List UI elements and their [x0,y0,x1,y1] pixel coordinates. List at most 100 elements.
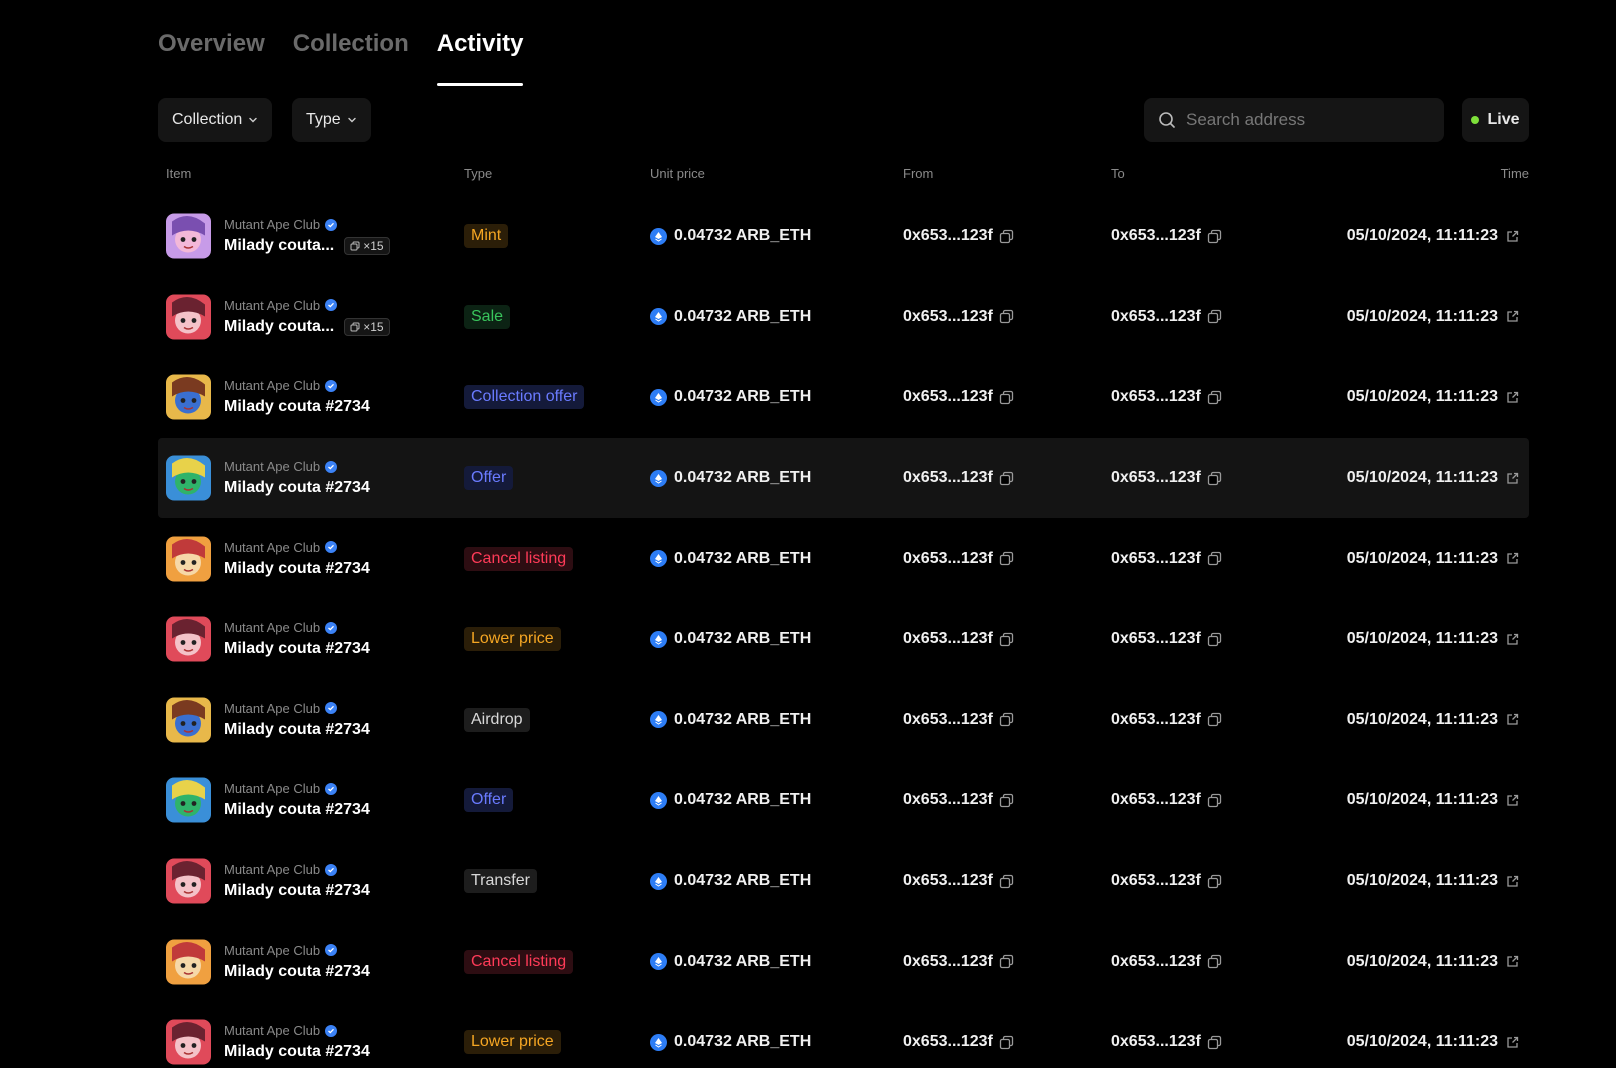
nft-item[interactable]: Mutant Ape Club Milady couta #2734 [224,701,370,739]
copy-icon[interactable] [999,471,1014,486]
from-address-value[interactable]: 0x653...123f [903,469,993,487]
from-address-value[interactable]: 0x653...123f [903,227,993,245]
from-address-value[interactable]: 0x653...123f [903,308,993,326]
table-row[interactable]: Mutant Ape Club Milady couta #2734 Lower… [158,599,1529,680]
nft-thumbnail[interactable] [166,455,211,501]
nft-thumbnail[interactable] [166,536,211,582]
nft-item[interactable]: Mutant Ape Club Milady couta #2734 [224,862,370,900]
copy-icon[interactable] [999,793,1014,808]
table-row[interactable]: Mutant Ape Club Milady couta... ×15 Mint… [158,196,1529,277]
nft-item[interactable]: Mutant Ape Club Milady couta #2734 [224,943,370,981]
copy-icon[interactable] [1207,229,1222,244]
nft-thumbnail[interactable] [166,294,211,340]
table-row[interactable]: Mutant Ape Club Milady couta #2734 Colle… [158,357,1529,438]
to-address-value[interactable]: 0x653...123f [1111,1033,1201,1051]
copy-icon[interactable] [1207,1035,1222,1050]
to-address-value[interactable]: 0x653...123f [1111,791,1201,809]
external-link-icon[interactable] [1506,472,1519,485]
to-address-value[interactable]: 0x653...123f [1111,308,1201,326]
copy-icon[interactable] [999,229,1014,244]
copy-icon[interactable] [1207,632,1222,647]
type-filter-dropdown[interactable]: Type [292,98,371,142]
table-row[interactable]: Mutant Ape Club Milady couta #2734 Cance… [158,518,1529,599]
tab-activity[interactable]: Activity [436,24,523,86]
copy-icon[interactable] [1207,551,1222,566]
nft-thumbnail[interactable] [166,1019,211,1065]
copy-icon[interactable] [1207,874,1222,889]
copy-icon[interactable] [999,551,1014,566]
to-address-value[interactable]: 0x653...123f [1111,953,1201,971]
to-address-value[interactable]: 0x653...123f [1111,388,1201,406]
external-link-icon[interactable] [1506,391,1519,404]
external-link-icon[interactable] [1506,713,1519,726]
nft-item[interactable]: Mutant Ape Club Milady couta #2734 [224,620,370,658]
external-link-icon[interactable] [1506,875,1519,888]
nft-item[interactable]: Mutant Ape Club Milady couta #2734 [224,781,370,819]
nft-thumbnail[interactable] [166,616,211,662]
from-address-value[interactable]: 0x653...123f [903,550,993,568]
external-link-icon[interactable] [1506,310,1519,323]
copy-icon[interactable] [999,874,1014,889]
to-address-value[interactable]: 0x653...123f [1111,711,1201,729]
collection-filter-dropdown[interactable]: Collection [158,98,273,142]
to-address: 0x653...123f [1111,872,1222,890]
to-address-value[interactable]: 0x653...123f [1111,550,1201,568]
from-address-value[interactable]: 0x653...123f [903,953,993,971]
table-row[interactable]: Mutant Ape Club Milady couta... ×15 Sale… [158,277,1529,358]
external-link-icon[interactable] [1506,794,1519,807]
tab-collection[interactable]: Collection [293,24,409,76]
nft-item[interactable]: Mutant Ape Club Milady couta #2734 [224,540,370,578]
from-address-value[interactable]: 0x653...123f [903,791,993,809]
search-address-input[interactable] [1186,110,1426,130]
table-row[interactable]: Mutant Ape Club Milady couta #2734 Offer… [158,437,1529,519]
copy-icon[interactable] [999,390,1014,405]
table-row[interactable]: Mutant Ape Club Milady couta #2734 Airdr… [158,680,1529,761]
external-link-icon[interactable] [1506,633,1519,646]
table-row[interactable]: Mutant Ape Club Milady couta #2734 Offer… [158,760,1529,841]
nft-item[interactable]: Mutant Ape Club Milady couta... ×15 [224,217,390,256]
to-address-value[interactable]: 0x653...123f [1111,872,1201,890]
external-link-icon[interactable] [1506,955,1519,968]
tab-overview[interactable]: Overview [158,24,265,76]
external-link-icon[interactable] [1506,552,1519,565]
nft-item[interactable]: Mutant Ape Club Milady couta #2734 [224,459,370,497]
copy-icon[interactable] [999,1035,1014,1050]
to-address-value[interactable]: 0x653...123f [1111,469,1201,487]
from-address-value[interactable]: 0x653...123f [903,1033,993,1051]
nft-item[interactable]: Mutant Ape Club Milady couta... ×15 [224,298,390,336]
table-row[interactable]: Mutant Ape Club Milady couta #2734 Lower… [158,1002,1529,1068]
external-link-icon[interactable] [1506,1036,1519,1049]
from-address-value[interactable]: 0x653...123f [903,630,993,648]
copy-icon[interactable] [1207,954,1222,969]
copy-icon[interactable] [1207,471,1222,486]
copy-icon[interactable] [1207,309,1222,324]
external-link-icon[interactable] [1506,230,1519,243]
nft-item[interactable]: Mutant Ape Club Milady couta #2734 [224,1023,370,1061]
copy-icon[interactable] [999,954,1014,969]
copy-icon[interactable] [1207,793,1222,808]
live-toggle[interactable]: Live [1462,98,1529,142]
to-address-value[interactable]: 0x653...123f [1111,227,1201,245]
to-address-value[interactable]: 0x653...123f [1111,630,1201,648]
nft-thumbnail[interactable] [166,213,211,259]
copy-icon[interactable] [1207,390,1222,405]
nft-thumbnail[interactable] [166,374,211,420]
copy-icon[interactable] [1207,712,1222,727]
nft-item[interactable]: Mutant Ape Club Milady couta #2734 [224,378,370,416]
from-address-value[interactable]: 0x653...123f [903,872,993,890]
copy-icon[interactable] [999,632,1014,647]
from-address-value[interactable]: 0x653...123f [903,388,993,406]
nft-thumbnail[interactable] [166,697,211,743]
nft-thumbnail[interactable] [166,939,211,985]
table-row[interactable]: Mutant Ape Club Milady couta #2734 Trans… [158,841,1529,922]
to-address: 0x653...123f [1111,711,1222,729]
from-address-value[interactable]: 0x653...123f [903,711,993,729]
copy-icon[interactable] [999,309,1014,324]
table-row[interactable]: Mutant Ape Club Milady couta #2734 Cance… [158,921,1529,1002]
activity-time: 05/10/2024, 11:11:23 [1347,227,1519,245]
nft-thumbnail[interactable] [166,777,211,823]
copy-icon[interactable] [999,712,1014,727]
collection-name-row: Mutant Ape Club [224,378,370,393]
activity-time: 05/10/2024, 11:11:23 [1347,711,1519,729]
nft-thumbnail[interactable] [166,858,211,904]
